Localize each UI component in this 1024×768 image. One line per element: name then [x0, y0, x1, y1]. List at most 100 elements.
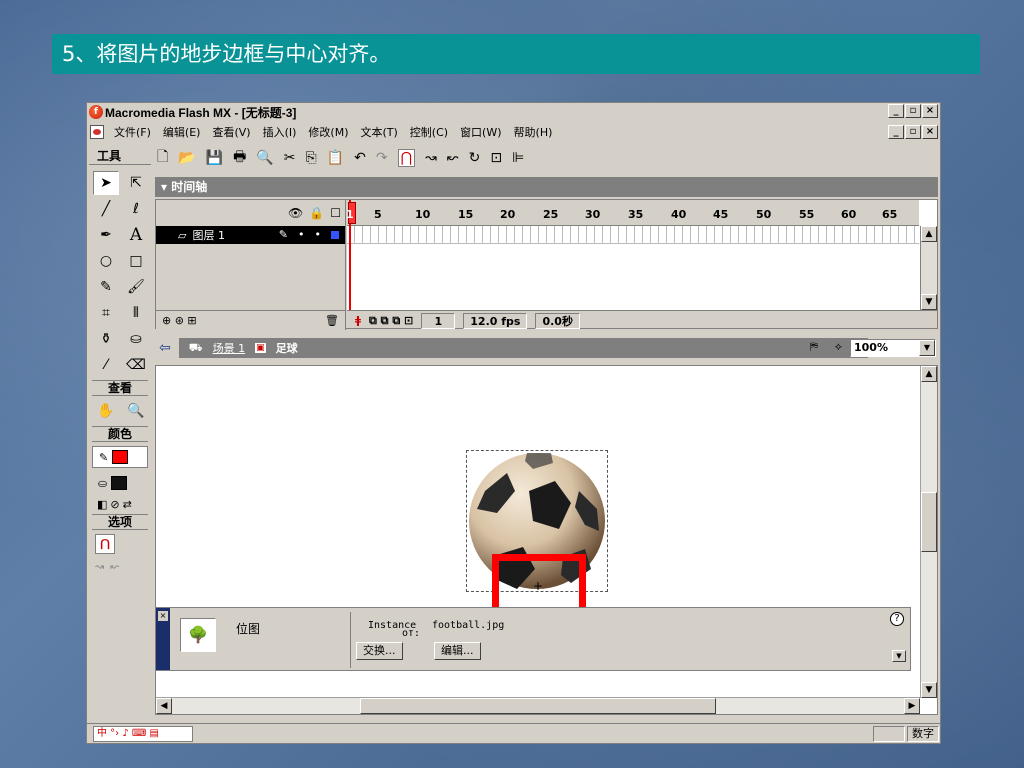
- layer-row[interactable]: ▱ 图层 1 ✎ • •: [156, 226, 345, 244]
- layer-outline-swatch[interactable]: [331, 231, 339, 239]
- save-icon[interactable]: 💾: [206, 150, 223, 166]
- default-colors-icon[interactable]: ◧: [97, 498, 107, 511]
- hand-tool-icon[interactable]: ✋: [93, 399, 119, 423]
- restore-button[interactable]: ▫: [905, 104, 921, 118]
- expand-panel-icon[interactable]: ▼: [892, 650, 906, 662]
- panel-close-icon[interactable]: ×: [158, 611, 168, 621]
- undo-icon[interactable]: ↶: [354, 150, 366, 166]
- menu-modify[interactable]: 修改(M): [302, 124, 354, 140]
- zoom-select[interactable]: 100% ▼: [850, 339, 936, 357]
- help-icon[interactable]: ?: [890, 612, 904, 626]
- print-icon[interactable]: 🖶: [233, 146, 246, 170]
- status-bar: 中 °› ♪ ⌨ ▤ 数字: [87, 723, 940, 743]
- lock-icon[interactable]: 🔒: [309, 206, 324, 220]
- scroll-up-button[interactable]: ▲: [921, 226, 937, 242]
- pencil-tool-icon[interactable]: ✎: [93, 275, 119, 299]
- line-tool-icon[interactable]: ╱: [93, 197, 119, 221]
- layer-lock-dot[interactable]: •: [315, 228, 322, 241]
- straighten-option-icon[interactable]: ↜: [110, 560, 119, 573]
- no-color-icon[interactable]: ⊘: [110, 498, 119, 511]
- trash-icon[interactable]: 🗑: [325, 314, 339, 327]
- close-button[interactable]: ×: [922, 104, 938, 118]
- paint-bucket-tool-icon[interactable]: ⛀: [123, 327, 149, 351]
- stage-scroll-down-button[interactable]: ▼: [921, 682, 937, 698]
- scroll-down-button[interactable]: ▼: [921, 294, 937, 310]
- timeline-header[interactable]: ▾ 时间轴: [155, 177, 938, 197]
- redo-icon[interactable]: ↷: [376, 150, 388, 166]
- print-preview-icon[interactable]: 🔍: [256, 150, 273, 166]
- menu-control[interactable]: 控制(C): [404, 124, 454, 140]
- smooth-option-icon[interactable]: ↝: [95, 560, 104, 573]
- arrow-tool-icon[interactable]: ➤: [93, 171, 119, 195]
- ruler-label: 20: [500, 208, 516, 221]
- frames-area[interactable]: 1 5 10 15 20 25 30 35 40 45 50 55 60 65 …: [346, 200, 937, 310]
- snap-magnet-option-icon[interactable]: ⋂: [95, 534, 115, 554]
- paste-icon[interactable]: 📋: [327, 150, 344, 166]
- doc-minimize-button[interactable]: _: [888, 125, 904, 139]
- doc-restore-button[interactable]: ▫: [905, 125, 921, 139]
- back-arrow-icon[interactable]: ⇦: [159, 340, 171, 356]
- subselect-tool-icon[interactable]: ⇱: [123, 171, 149, 195]
- swap-colors-icon[interactable]: ⇄: [123, 498, 132, 511]
- open-icon[interactable]: 📂: [178, 150, 195, 166]
- swap-button[interactable]: 交换...: [356, 642, 403, 660]
- edit-scene-icon[interactable]: ⛿: [810, 340, 818, 354]
- frame-strip[interactable]: [347, 226, 919, 244]
- edit-button[interactable]: 编辑...: [434, 642, 481, 660]
- stage-scroll-up-button[interactable]: ▲: [921, 366, 937, 382]
- align-icon[interactable]: ⊫: [512, 150, 524, 166]
- outline-icon[interactable]: ☐: [330, 206, 341, 220]
- fill-transform-tool-icon[interactable]: ⫴: [123, 301, 149, 325]
- menu-insert[interactable]: 插入(I): [257, 124, 303, 140]
- breadcrumb-scene[interactable]: 场景 1: [213, 340, 246, 356]
- stage-horizontal-thumb[interactable]: [360, 698, 716, 714]
- layer-visible-dot[interactable]: •: [298, 228, 305, 241]
- menu-text[interactable]: 文本(T): [354, 124, 403, 140]
- free-transform-tool-icon[interactable]: ⌗: [93, 301, 119, 325]
- chevron-down-icon[interactable]: ▼: [919, 340, 935, 356]
- timeline-vertical-scrollbar[interactable]: ▲ ▼: [920, 226, 937, 310]
- brush-tool-icon[interactable]: 🖌: [123, 275, 149, 299]
- snap-magnet-icon[interactable]: ⋂: [397, 149, 416, 167]
- pen-tool-icon[interactable]: ✒: [93, 223, 119, 247]
- edit-symbol-icon[interactable]: ⟡: [835, 340, 842, 354]
- lasso-tool-icon[interactable]: ℓ: [123, 197, 149, 221]
- fill-color-swatch[interactable]: [111, 476, 128, 490]
- rotate-icon[interactable]: ↻: [469, 150, 481, 166]
- stroke-color-swatch[interactable]: [112, 450, 129, 464]
- menu-file[interactable]: 文件(F): [108, 124, 157, 140]
- copy-icon[interactable]: ⎘: [306, 150, 317, 166]
- stage-scroll-left-button[interactable]: ◀: [156, 698, 172, 714]
- minimize-button[interactable]: _: [888, 104, 904, 118]
- smooth-icon[interactable]: ↝: [425, 150, 437, 166]
- eraser-tool-icon[interactable]: ⌫: [123, 353, 149, 377]
- zoom-tool-icon[interactable]: 🔍: [123, 399, 149, 423]
- ime-toolbar[interactable]: 中 °› ♪ ⌨ ▤: [93, 726, 193, 742]
- ruler-label: 1: [346, 208, 354, 221]
- new-icon[interactable]: 🗋: [157, 146, 168, 170]
- instance-file-name: football.jpg: [432, 620, 505, 631]
- center-frame-icon[interactable]: ǂ: [355, 314, 361, 327]
- menu-window[interactable]: 窗口(W): [454, 124, 507, 140]
- text-tool-icon[interactable]: A: [123, 223, 149, 247]
- onion-skin-icons[interactable]: ⧉ ⧉ ⧉ ⊡: [369, 314, 413, 328]
- stage-vertical-scrollbar[interactable]: ▲ ▼: [920, 366, 937, 698]
- straighten-icon[interactable]: ↜: [447, 150, 459, 166]
- menu-view[interactable]: 查看(V): [206, 124, 256, 140]
- ink-bottle-tool-icon[interactable]: ⚱: [93, 327, 119, 351]
- menu-help[interactable]: 帮助(H): [508, 124, 559, 140]
- breadcrumb-symbol[interactable]: 足球: [276, 340, 298, 356]
- scale-icon[interactable]: ⊡: [490, 150, 502, 166]
- rectangle-tool-icon[interactable]: □: [123, 249, 149, 273]
- cut-icon[interactable]: ✂: [284, 150, 296, 166]
- stage-vertical-thumb[interactable]: [921, 492, 937, 552]
- doc-close-button[interactable]: ×: [922, 125, 938, 139]
- eye-icon[interactable]: 👁: [288, 206, 303, 220]
- stage-horizontal-scrollbar[interactable]: ◀ ▶: [156, 697, 920, 714]
- eyedropper-tool-icon[interactable]: ⁄: [93, 353, 119, 377]
- menu-edit[interactable]: 编辑(E): [157, 124, 207, 140]
- add-layer-icons[interactable]: ⊕ ⊛ ⊞: [162, 314, 197, 327]
- oval-tool-icon[interactable]: ○: [93, 249, 119, 273]
- stage-scroll-right-button[interactable]: ▶: [904, 698, 920, 714]
- color-buttons-row: ◧ ⊘ ⇄: [97, 498, 148, 511]
